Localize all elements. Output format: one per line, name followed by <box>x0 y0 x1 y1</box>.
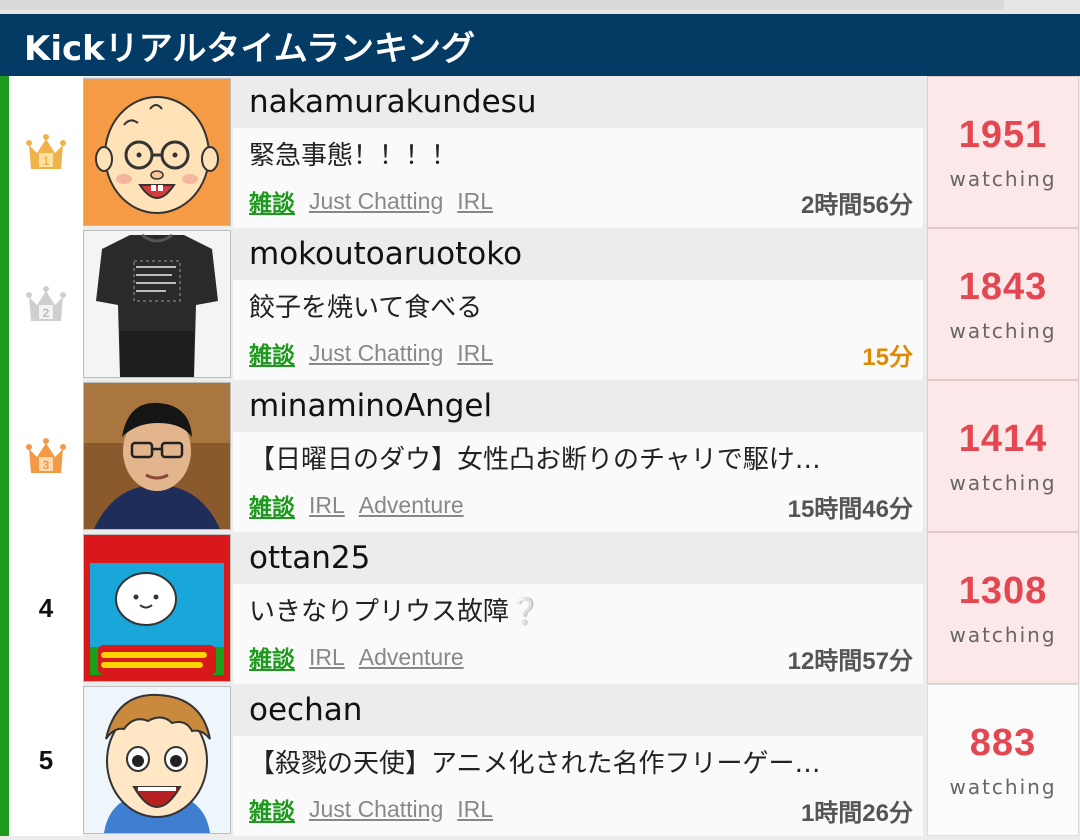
streamer-avatar[interactable] <box>83 78 231 226</box>
streamer-avatar[interactable] <box>83 534 231 682</box>
tag-link[interactable]: IRL <box>457 188 493 215</box>
tag-link[interactable]: Just Chatting <box>309 188 443 215</box>
stream-duration: 12時間57分 <box>787 648 913 675</box>
ranking-row[interactable]: 4 ottan25 いきなりプリウス故障❔ 雑談 IRL Adventure 1… <box>0 532 1080 684</box>
watching-label: watching <box>949 774 1057 799</box>
ranking-row[interactable]: 5 oechan 【殺戮の天使】アニメ化された名作フリーゲー… 雑談 Just … <box>0 684 1080 836</box>
tag-link[interactable]: 雑談 <box>249 336 295 370</box>
svg-text:2: 2 <box>43 306 50 320</box>
streamer-avatar[interactable] <box>83 382 231 530</box>
stream-duration: 15時間46分 <box>787 496 913 523</box>
tag-link[interactable]: 雑談 <box>249 792 295 826</box>
stream-title[interactable]: 緊急事態！！！！ <box>249 128 913 184</box>
rank-cell: 5 <box>9 684 83 836</box>
ranking-row[interactable]: 2 mokoutoaruotoko 餃子を焼いて食べる 雑談 Just Chat… <box>0 228 1080 380</box>
stream-duration: 1時間26分 <box>800 800 913 827</box>
viewer-count-cell: 1414 watching <box>927 380 1079 532</box>
stream-title[interactable]: 【日曜日のダウ】女性凸お断りのチャリで駆け… <box>249 432 913 488</box>
svg-text:3: 3 <box>43 458 50 472</box>
watching-label: watching <box>949 622 1057 647</box>
viewer-count-cell: 1308 watching <box>927 532 1079 684</box>
tag-link[interactable]: IRL <box>309 492 345 519</box>
stream-title[interactable]: いきなりプリウス故障❔ <box>249 584 913 640</box>
row-accent-bar <box>0 76 9 228</box>
viewer-count-cell: 1951 watching <box>927 76 1079 228</box>
stream-title[interactable]: 餃子を焼いて食べる <box>249 280 913 336</box>
top-strip <box>0 0 1080 14</box>
tag-link[interactable]: 雑談 <box>249 184 295 218</box>
rank-number: 4 <box>38 592 54 623</box>
watching-label: watching <box>949 470 1057 495</box>
viewer-count: 1951 <box>958 113 1048 156</box>
rank-number: 5 <box>38 744 54 775</box>
tag-link[interactable]: Adventure <box>359 644 464 671</box>
svg-text:1: 1 <box>43 154 50 168</box>
tag-link[interactable]: IRL <box>309 644 345 671</box>
tag-link[interactable]: 雑談 <box>249 488 295 522</box>
tag-link[interactable]: Just Chatting <box>309 340 443 367</box>
rank-cell: 2 <box>9 228 83 380</box>
streamer-name[interactable]: ottan25 <box>233 532 923 584</box>
rank-cell: 4 <box>9 532 83 684</box>
ranking-list: 1 nakamurakundesu 緊急事態！！！！ 雑談 Just Chatt… <box>0 76 1080 836</box>
viewer-count-cell: 883 watching <box>927 684 1079 836</box>
row-accent-bar <box>0 380 9 532</box>
streamer-avatar[interactable] <box>83 686 231 834</box>
tag-list: 雑談 Just Chatting IRL <box>249 336 913 370</box>
ranking-row[interactable]: 3 minaminoAngel 【日曜日のダウ】女性凸お断りのチャリで駆け… 雑… <box>0 380 1080 532</box>
viewer-count: 1308 <box>958 569 1048 612</box>
viewer-count: 1843 <box>958 265 1048 308</box>
watching-label: watching <box>949 166 1057 191</box>
rank-cell: 3 <box>9 380 83 532</box>
viewer-count: 883 <box>969 721 1037 764</box>
silver-crown-icon: 2 <box>26 286 66 321</box>
avatar-ottan-logo <box>84 535 230 681</box>
avatar-cartoon-face <box>84 687 230 833</box>
streamer-name[interactable]: mokoutoaruotoko <box>233 228 923 280</box>
row-accent-bar <box>0 228 9 380</box>
streamer-avatar[interactable] <box>83 230 231 378</box>
tag-link[interactable]: 雑談 <box>249 640 295 674</box>
watching-label: watching <box>949 318 1057 343</box>
row-accent-bar <box>0 532 9 684</box>
rank-cell: 1 <box>9 76 83 228</box>
tag-link[interactable]: Just Chatting <box>309 796 443 823</box>
row-accent-bar <box>0 684 9 836</box>
avatar-bald-man-cartoon <box>84 79 230 225</box>
streamer-name[interactable]: minaminoAngel <box>233 380 923 432</box>
tag-link[interactable]: Adventure <box>359 492 464 519</box>
bronze-crown-icon: 3 <box>26 438 66 473</box>
page-title: Kickリアルタイムランキング <box>24 28 476 69</box>
stream-duration: 15分 <box>862 344 913 371</box>
tag-link[interactable]: IRL <box>457 340 493 367</box>
viewer-count: 1414 <box>958 417 1048 460</box>
ranking-row[interactable]: 1 nakamurakundesu 緊急事態！！！！ 雑談 Just Chatt… <box>0 76 1080 228</box>
viewer-count-cell: 1843 watching <box>927 228 1079 380</box>
streamer-name[interactable]: nakamurakundesu <box>233 76 923 128</box>
page-header: Kickリアルタイムランキング <box>0 14 1080 76</box>
stream-duration: 2時間56分 <box>800 192 913 219</box>
avatar-tshirt-photo <box>84 231 230 377</box>
gold-crown-icon: 1 <box>26 134 66 169</box>
avatar-man-glasses-photo <box>84 383 230 529</box>
stream-title[interactable]: 【殺戮の天使】アニメ化された名作フリーゲー… <box>249 736 913 792</box>
streamer-name[interactable]: oechan <box>233 684 923 736</box>
tag-link[interactable]: IRL <box>457 796 493 823</box>
